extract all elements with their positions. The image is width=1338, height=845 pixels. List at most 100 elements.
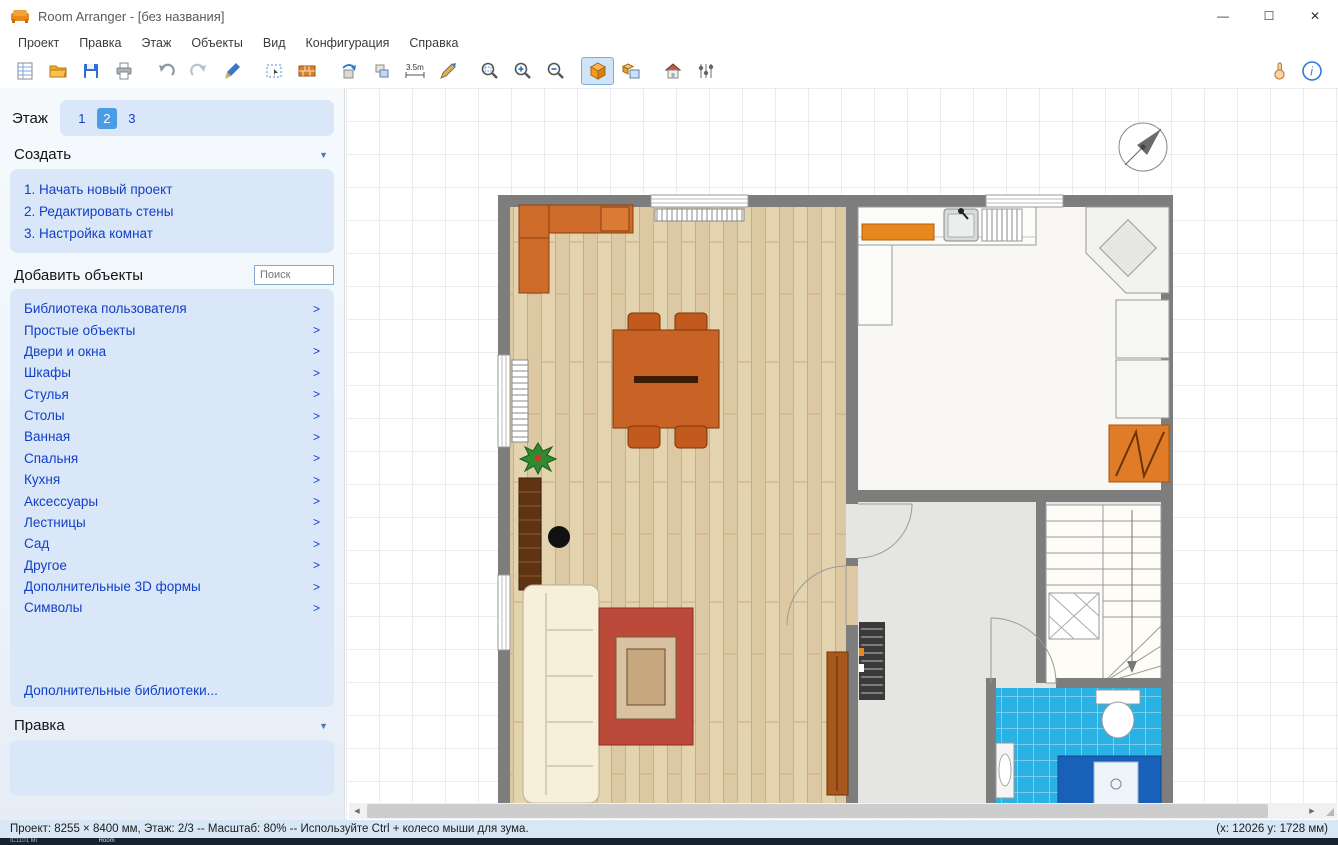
- menu-view[interactable]: Вид: [253, 34, 296, 52]
- undo-button[interactable]: [149, 57, 182, 85]
- edit-section-title: Правка: [14, 717, 65, 734]
- about-info-button[interactable]: i: [1295, 57, 1328, 85]
- collapse-create-icon[interactable]: ▼: [319, 150, 328, 160]
- hand-pointer-icon: [1269, 61, 1289, 81]
- menu-help[interactable]: Справка: [399, 34, 468, 52]
- undo-arrow-icon: [156, 61, 176, 81]
- titlebar: Room Arranger - [без названия] — ☐ ✕: [0, 0, 1338, 32]
- orange-cabinet[interactable]: [1109, 425, 1169, 482]
- tv-cabinet[interactable]: [827, 652, 848, 795]
- zoom-in-icon: [513, 61, 533, 81]
- hall-radiator[interactable]: [859, 622, 885, 700]
- rotate-object-button[interactable]: [332, 57, 365, 85]
- measure-distance-button[interactable]: 3.5m: [398, 57, 431, 85]
- category-simple-objects[interactable]: Простые объекты>: [24, 319, 320, 340]
- create-step-setup-rooms[interactable]: 3. Настройка комнат: [24, 222, 320, 244]
- compass-icon: [1119, 123, 1167, 171]
- window-kitchen-top[interactable]: [986, 195, 1063, 207]
- collapse-edit-icon[interactable]: ▼: [319, 721, 328, 731]
- close-button[interactable]: ✕: [1292, 0, 1338, 32]
- floor-tab-1[interactable]: 1: [72, 108, 92, 129]
- horizontal-scrollbar[interactable]: ◀ ▶: [349, 803, 1337, 819]
- bathtub[interactable]: [1058, 756, 1161, 803]
- save-floppy-icon: [81, 61, 101, 81]
- category-stairs[interactable]: Лестницы>: [24, 512, 320, 533]
- zoom-out-button[interactable]: [539, 57, 572, 85]
- chevron-right-icon: >: [313, 387, 320, 401]
- kitchen-sink[interactable]: [944, 208, 978, 241]
- maximize-button[interactable]: ☐: [1246, 0, 1292, 32]
- taskbar-app-button[interactable]: Room: [99, 838, 115, 844]
- scroll-left-button[interactable]: ◀: [349, 803, 365, 819]
- menu-configuration[interactable]: Конфигурация: [296, 34, 400, 52]
- cube-3d-icon: [588, 61, 608, 81]
- bookshelf[interactable]: [519, 478, 541, 590]
- zoom-window-button[interactable]: [473, 57, 506, 85]
- bathroom-sink[interactable]: [996, 743, 1014, 798]
- save-project-button[interactable]: [74, 57, 107, 85]
- category-garden[interactable]: Сад>: [24, 533, 320, 554]
- insert-copy-button[interactable]: [365, 57, 398, 85]
- category-chairs[interactable]: Стулья>: [24, 384, 320, 405]
- redo-arrow-icon: [189, 61, 209, 81]
- dining-table-set[interactable]: [613, 313, 719, 448]
- desktop-label-fragment: IC1101 Mi: [10, 838, 37, 844]
- object-levels-button[interactable]: [689, 57, 722, 85]
- potted-plant[interactable]: [520, 443, 556, 474]
- chevron-right-icon: >: [313, 344, 320, 358]
- search-input[interactable]: [254, 265, 334, 285]
- floor-plan[interactable]: [346, 88, 1338, 803]
- scroll-track[interactable]: [365, 803, 1304, 819]
- category-user-library[interactable]: Библиотека пользователя>: [24, 298, 320, 319]
- view-3d-button[interactable]: [581, 57, 614, 85]
- create-step-new-project[interactable]: 1. Начать новый проект: [24, 178, 320, 200]
- more-libraries-link[interactable]: Дополнительные библиотеки...: [24, 677, 320, 698]
- staircase[interactable]: [1046, 505, 1161, 683]
- scroll-thumb[interactable]: [367, 804, 1268, 818]
- minimize-button[interactable]: —: [1200, 0, 1246, 32]
- paint-format-button[interactable]: [215, 57, 248, 85]
- menu-objects[interactable]: Объекты: [181, 34, 253, 52]
- category-cabinets[interactable]: Шкафы>: [24, 362, 320, 383]
- category-symbols[interactable]: Символы>: [24, 597, 320, 618]
- redo-button[interactable]: [182, 57, 215, 85]
- sofa[interactable]: [523, 585, 599, 803]
- drain-board[interactable]: [982, 209, 1022, 241]
- print-button[interactable]: [107, 57, 140, 85]
- sidebar: Этаж 1 2 3 Создать ▼ 1. Начать новый про…: [0, 88, 345, 820]
- floor-tab-2[interactable]: 2: [97, 108, 117, 129]
- zoom-in-button[interactable]: [506, 57, 539, 85]
- category-kitchen[interactable]: Кухня>: [24, 469, 320, 490]
- zoom-out-icon: [546, 61, 566, 81]
- category-accessories[interactable]: Аксессуары>: [24, 490, 320, 511]
- floor-tab-bar: 1 2 3: [60, 100, 334, 136]
- plan-canvas[interactable]: ◀ ▶: [346, 88, 1338, 820]
- new-project-button[interactable]: [8, 57, 41, 85]
- select-area-button[interactable]: [257, 57, 290, 85]
- category-tables[interactable]: Столы>: [24, 405, 320, 426]
- pointer-mode-button[interactable]: [1262, 57, 1295, 85]
- build-walls-button[interactable]: [290, 57, 323, 85]
- floor-tab-3[interactable]: 3: [122, 108, 142, 129]
- category-additional-3d-shapes[interactable]: Дополнительные 3D формы>: [24, 576, 320, 597]
- resize-grip[interactable]: [1320, 803, 1337, 819]
- category-other[interactable]: Другое>: [24, 555, 320, 576]
- category-bedroom[interactable]: Спальня>: [24, 448, 320, 469]
- window-living-left-2[interactable]: [498, 575, 510, 650]
- menu-floor[interactable]: Этаж: [131, 34, 181, 52]
- category-bathroom[interactable]: Ванная>: [24, 426, 320, 447]
- zoom-select-icon: [480, 61, 500, 81]
- create-step-edit-walls[interactable]: 2. Редактировать стены: [24, 200, 320, 222]
- chevron-right-icon: >: [313, 494, 320, 508]
- category-doors-windows[interactable]: Двери и окна>: [24, 341, 320, 362]
- scroll-right-button[interactable]: ▶: [1304, 803, 1320, 819]
- floor-speaker[interactable]: [548, 526, 570, 548]
- draw-line-button[interactable]: [431, 57, 464, 85]
- menu-project[interactable]: Проект: [8, 34, 69, 52]
- walkthrough-3d-button[interactable]: [656, 57, 689, 85]
- menu-edit[interactable]: Правка: [69, 34, 131, 52]
- clone-3d-view-button[interactable]: [614, 57, 647, 85]
- fireplace[interactable]: [599, 608, 693, 745]
- open-project-button[interactable]: [41, 57, 74, 85]
- window-living-left-1[interactable]: [498, 355, 528, 447]
